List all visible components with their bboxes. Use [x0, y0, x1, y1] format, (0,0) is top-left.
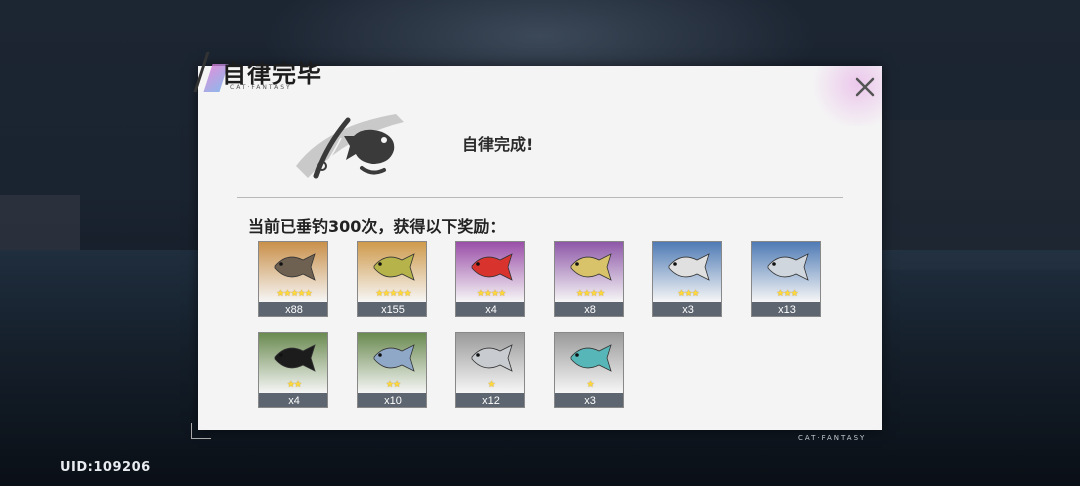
- reward-item[interactable]: ★★ x4: [258, 332, 328, 408]
- reward-item[interactable]: ★★★ x13: [751, 241, 821, 317]
- black-white-fish-icon: [274, 344, 316, 372]
- reward-item[interactable]: ★★★★ x4: [455, 241, 525, 317]
- fishing-rod-fish-icon: [296, 114, 404, 179]
- background-building: [880, 120, 1080, 270]
- reward-count: x3: [555, 393, 623, 407]
- silver-fish-icon: [471, 344, 513, 372]
- opah-fish-icon: [373, 344, 415, 372]
- reward-item[interactable]: ★ x12: [455, 332, 525, 408]
- red-fish-icon: [471, 253, 513, 281]
- stingray-icon: [274, 253, 316, 281]
- striped-fish-icon: [668, 253, 710, 281]
- reward-count: x10: [358, 393, 426, 407]
- reward-count: x4: [259, 393, 327, 407]
- panel-title-subtext: CAT·FANTASY: [230, 84, 292, 91]
- star-rating: ★★★★: [575, 289, 605, 299]
- complete-message: 自律完成!: [462, 135, 534, 154]
- reward-count: x88: [259, 302, 327, 316]
- reward-count: x155: [358, 302, 426, 316]
- reward-count: x4: [456, 302, 524, 316]
- uid-value: 109206: [93, 460, 151, 475]
- reward-count: x3: [653, 302, 721, 316]
- star-rating: ★★★★: [476, 289, 506, 299]
- reward-item[interactable]: ★★★★ x8: [554, 241, 624, 317]
- divider: [237, 197, 843, 198]
- star-rating: ★★★★★: [276, 289, 312, 299]
- reward-item[interactable]: ★★★★★ x88: [258, 241, 328, 317]
- corner-decoration: [191, 423, 211, 439]
- star-rating: ★: [487, 380, 495, 390]
- panel-title: 自律完毕 CAT·FANTASY: [193, 44, 360, 100]
- star-rating: ★★★: [776, 289, 798, 299]
- reward-item[interactable]: ★★★★★ x155: [357, 241, 427, 317]
- parrot-fish-icon: [570, 344, 612, 372]
- uid-label: UID:: [60, 460, 94, 475]
- reward-item[interactable]: ★★★ x3: [652, 241, 722, 317]
- reward-caption: 当前已垂钓300次，获得以下奖励：: [248, 217, 506, 236]
- reward-grid: ★★★★★ x88 ★★★★★ x155 ★★★★ x4 ★★★★ x8 ★★★ x3 ★★★ x13…: [258, 241, 838, 411]
- star-rating: ★★★★★: [375, 289, 411, 299]
- background-building: [0, 195, 80, 250]
- brand-watermark: CAT·FANTASY: [798, 434, 867, 442]
- reward-item[interactable]: ★ x3: [554, 332, 624, 408]
- star-rating: ★★: [385, 380, 401, 390]
- reward-count: x12: [456, 393, 524, 407]
- star-rating: ★★: [286, 380, 302, 390]
- reward-count: x8: [555, 302, 623, 316]
- star-rating: ★★★: [677, 289, 699, 299]
- star-rating: ★: [586, 380, 594, 390]
- close-icon: [855, 77, 875, 97]
- yellow-fish-icon: [373, 253, 415, 281]
- reward-count: x13: [752, 302, 820, 316]
- mackerel-icon: [767, 253, 809, 281]
- reward-item[interactable]: ★★ x10: [357, 332, 427, 408]
- uid-display: UID:109206: [60, 460, 151, 475]
- close-button[interactable]: [848, 70, 882, 104]
- pompano-fish-icon: [570, 253, 612, 281]
